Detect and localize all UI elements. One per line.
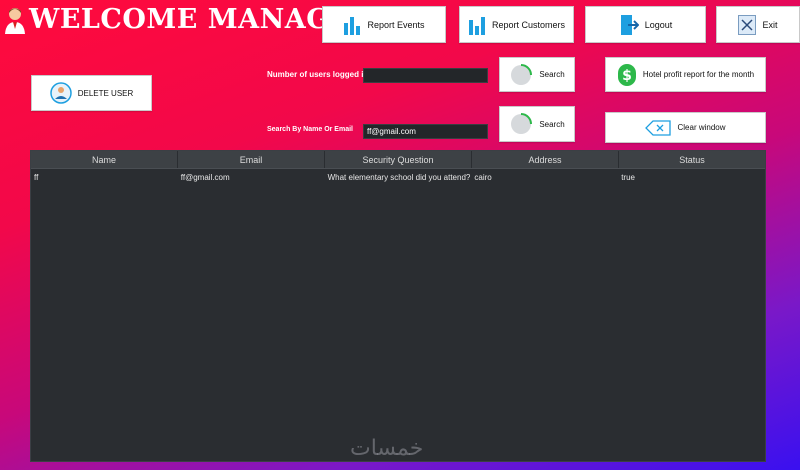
clear-window-label: Clear window xyxy=(677,123,726,132)
delete-user-label: DELETE USER xyxy=(77,88,134,98)
svg-text:$: $ xyxy=(622,68,632,84)
loading-spinner-icon xyxy=(511,113,533,134)
report-events-label: Report Events xyxy=(367,19,425,30)
column-header-security-question[interactable]: Security Question xyxy=(325,151,472,168)
cell-security-question: What elementary school did you attend? xyxy=(327,173,471,182)
hotel-profit-button[interactable]: $ Hotel profit report for the month xyxy=(605,57,766,92)
table-header: Name Email Security Question Address Sta… xyxy=(31,151,765,169)
table-row[interactable]: ff ff@gmail.com What elementary school d… xyxy=(31,169,765,186)
column-header-status[interactable]: Status xyxy=(619,151,765,168)
app-header: WELCOME MANAGER xyxy=(4,4,374,35)
search-name-button[interactable]: Search xyxy=(499,106,575,142)
hotel-profit-label: Hotel profit report for the month xyxy=(642,70,755,79)
bar-chart-icon xyxy=(344,16,361,35)
exit-button[interactable]: Exit xyxy=(716,6,800,43)
users-logged-label: Number of users logged in xyxy=(267,70,369,79)
column-header-name[interactable]: Name xyxy=(31,151,178,168)
watermark-logo: خمسات xyxy=(350,436,424,461)
search-input[interactable] xyxy=(363,124,488,139)
search-name-label: Search xyxy=(539,119,565,129)
loading-spinner-icon xyxy=(511,63,533,85)
report-customers-button[interactable]: Report Customers xyxy=(459,6,574,43)
users-logged-field xyxy=(363,68,488,83)
search-users-button[interactable]: Search xyxy=(499,57,575,92)
delete-user-icon xyxy=(49,82,72,104)
bar-chart-icon xyxy=(468,16,485,35)
users-table[interactable]: Name Email Security Question Address Sta… xyxy=(30,150,766,462)
column-header-email[interactable]: Email xyxy=(178,151,325,168)
cell-status: true xyxy=(621,173,635,182)
logout-button[interactable]: Logout xyxy=(585,6,706,43)
manager-avatar-icon xyxy=(5,7,25,34)
report-customers-label: Report Customers xyxy=(491,19,566,30)
column-header-address[interactable]: Address xyxy=(472,151,619,168)
close-icon xyxy=(738,14,757,35)
cell-email: ff@gmail.com xyxy=(180,173,230,182)
search-users-label: Search xyxy=(539,70,565,79)
backspace-icon xyxy=(645,119,672,136)
cell-address: cairo xyxy=(474,173,492,182)
dollar-icon: $ xyxy=(617,63,636,86)
report-events-button[interactable]: Report Events xyxy=(322,6,446,43)
logout-label: Logout xyxy=(644,19,673,30)
logout-icon xyxy=(620,14,639,35)
delete-user-button[interactable]: DELETE USER xyxy=(31,75,152,111)
clear-window-button[interactable]: Clear window xyxy=(605,112,766,143)
search-label: Search By Name Or Email xyxy=(267,126,353,133)
exit-label: Exit xyxy=(762,19,778,30)
cell-name: ff xyxy=(34,173,39,182)
